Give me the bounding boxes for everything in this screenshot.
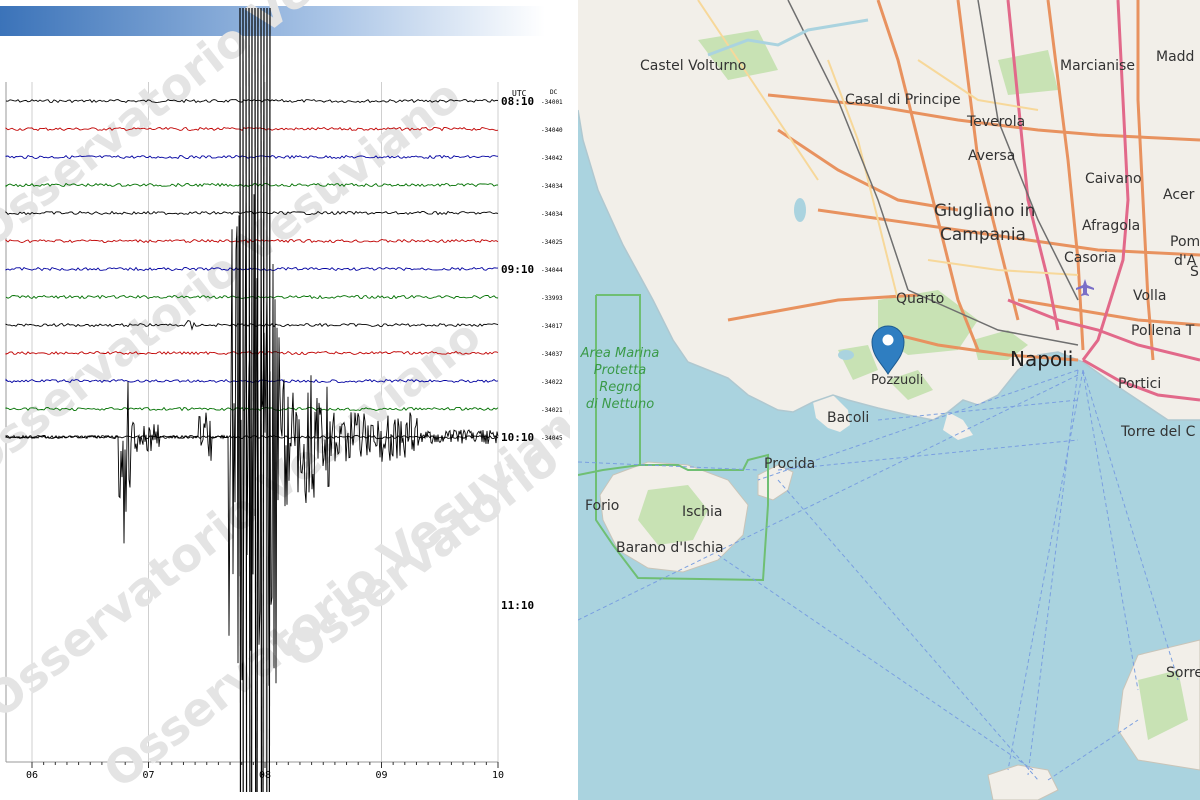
panel-divider	[570, 0, 578, 800]
capri-island	[987, 764, 1059, 800]
hour-label: 11:10	[501, 599, 534, 612]
label-castel-volturno: Castel Volturno	[640, 58, 746, 74]
dc-value: -34022	[541, 379, 563, 386]
map-view[interactable]: Castel Volturno Marcianise Madd Casal di…	[578, 0, 1200, 800]
marine-area-line-4: di Nettuno	[586, 397, 654, 412]
hour-label: 08:10	[501, 95, 534, 108]
dc-value: -33993	[541, 295, 563, 302]
x-tick-label: 06	[26, 770, 38, 781]
dc-value: -34021	[541, 407, 563, 414]
label-casal-di-principe: Casal di Principe	[845, 92, 961, 108]
dc-value: -34034	[541, 183, 563, 190]
label-caivano: Caivano	[1085, 171, 1142, 187]
hour-label: 10:10	[501, 431, 534, 444]
label-volla: Volla	[1133, 288, 1166, 304]
dc-value: -34045	[541, 435, 563, 442]
label-bacoli: Bacoli	[827, 410, 869, 426]
label-ischia: Ischia	[682, 504, 722, 520]
watermark: Osservatorio VesuvianoOsservatorio Vesuv…	[0, 0, 570, 799]
dc-value: -34034	[541, 211, 563, 218]
dc-value: -34025	[541, 239, 563, 246]
x-tick-label: 09	[375, 770, 387, 781]
dc-value: -34040	[541, 127, 563, 134]
label-forio: Forio	[585, 498, 619, 514]
label-madd: Madd	[1156, 49, 1194, 65]
label-casoria: Casoria	[1064, 250, 1116, 266]
label-torre-del: Torre del C	[1120, 424, 1196, 440]
clipped-signal	[254, 7, 257, 793]
label-pomi: Pomi	[1170, 234, 1200, 250]
marine-area-line-2: Protetta	[594, 363, 646, 378]
x-tick-label: 08	[259, 770, 271, 781]
dc-value: -34037	[541, 351, 563, 358]
marine-area-label: Area Marina Protetta Regno di Nettuno	[580, 346, 660, 412]
lake-fusaro	[838, 350, 854, 360]
label-barano: Barano d'Ischia	[616, 540, 724, 556]
lake-patria	[794, 198, 806, 222]
label-afragola: Afragola	[1082, 218, 1140, 234]
x-tick-label: 07	[142, 770, 154, 781]
label-acer: Acer	[1163, 187, 1195, 203]
label-s: S	[1190, 264, 1199, 280]
seismogram-chart: Osservatorio VesuvianoOsservatorio Vesuv…	[0, 0, 570, 799]
seismogram-panel: Osservatorio VesuvianoOsservatorio Vesuv…	[0, 0, 570, 800]
x-tick-label: 10	[492, 770, 504, 781]
hour-label: 09:10	[501, 263, 534, 276]
label-campania: Campania	[940, 225, 1026, 245]
label-napoli: Napoli	[1010, 347, 1073, 371]
label-procida: Procida	[764, 456, 815, 472]
marine-area-line-1: Area Marina	[580, 346, 660, 361]
label-aversa: Aversa	[968, 148, 1015, 164]
marine-area-line-3: Regno	[599, 380, 641, 395]
map-panel[interactable]: Castel Volturno Marcianise Madd Casal di…	[578, 0, 1200, 800]
label-quarto: Quarto	[896, 291, 944, 307]
ferry-routes	[578, 369, 1179, 781]
label-marcianise: Marcianise	[1060, 58, 1135, 74]
label-giugliano: Giugliano in	[934, 201, 1035, 221]
label-pollena: Pollena T	[1131, 323, 1195, 339]
clipped-signal	[268, 7, 271, 793]
label-portici: Portici	[1118, 376, 1161, 392]
label-sorre: Sorre	[1166, 665, 1200, 681]
clipped-signal	[245, 7, 248, 793]
label-teverola: Teverola	[966, 114, 1025, 130]
posillipo	[943, 412, 973, 440]
dc-value: -34017	[541, 323, 563, 330]
dc-value: -34042	[541, 155, 563, 162]
dc-value: -34001	[541, 99, 563, 106]
dc-label: DC	[550, 89, 558, 96]
dc-value: -34044	[541, 267, 563, 274]
label-pozzuoli: Pozzuoli	[871, 373, 923, 388]
